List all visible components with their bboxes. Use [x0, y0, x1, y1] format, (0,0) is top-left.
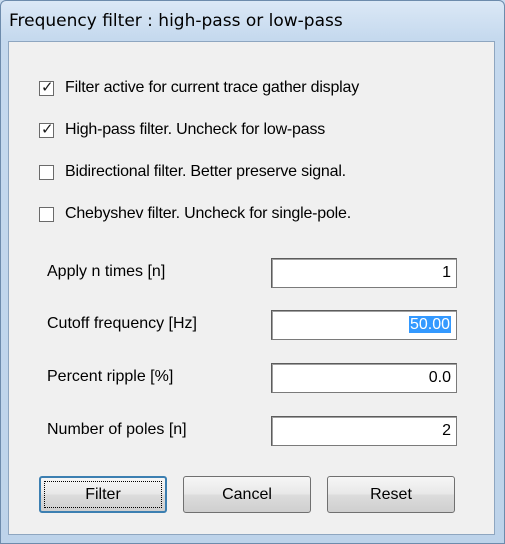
- number-of-poles-input[interactable]: 2: [271, 416, 457, 446]
- bidirectional-checkbox[interactable]: [39, 164, 54, 180]
- filter-button[interactable]: Filter: [39, 476, 167, 513]
- title-bar[interactable]: Frequency filter : high-pass or low-pass: [1, 1, 504, 41]
- option-filter-active[interactable]: ✓ Filter active for current trace gather…: [39, 76, 359, 100]
- dialog-title: Frequency filter : high-pass or low-pass: [9, 11, 343, 31]
- high-pass-label: High-pass filter. Uncheck for low-pass: [65, 121, 326, 138]
- option-chebyshev[interactable]: Chebyshev filter. Uncheck for single-pol…: [39, 202, 351, 226]
- dialog-client-area: [8, 41, 495, 535]
- reset-button[interactable]: Reset: [327, 476, 455, 513]
- cutoff-frequency-label: Cutoff frequency [Hz]: [47, 315, 197, 332]
- filter-active-checkbox[interactable]: ✓: [39, 77, 54, 96]
- cutoff-frequency-value: 50.00: [408, 316, 451, 333]
- number-of-poles-label: Number of poles [n]: [47, 421, 187, 438]
- bidirectional-label: Bidirectional filter. Better preserve si…: [65, 163, 346, 180]
- apply-n-times-input[interactable]: 1: [271, 258, 457, 288]
- apply-n-times-value: 1: [442, 264, 451, 281]
- chebyshev-label: Chebyshev filter. Uncheck for single-pol…: [65, 205, 351, 222]
- check-mark-icon: ✓: [41, 77, 54, 96]
- cutoff-frequency-input[interactable]: 50.00: [271, 310, 457, 340]
- percent-ripple-value: 0.0: [428, 369, 451, 386]
- number-of-poles-value: 2: [442, 422, 451, 439]
- cancel-button[interactable]: Cancel: [183, 476, 311, 513]
- option-high-pass[interactable]: ✓ High-pass filter. Uncheck for low-pass: [39, 118, 325, 142]
- option-bidirectional[interactable]: Bidirectional filter. Better preserve si…: [39, 160, 346, 184]
- percent-ripple-input[interactable]: 0.0: [271, 363, 457, 393]
- apply-n-times-label: Apply n times [n]: [47, 263, 166, 280]
- percent-ripple-label: Percent ripple [%]: [47, 368, 174, 385]
- chebyshev-checkbox[interactable]: [39, 206, 54, 222]
- high-pass-checkbox[interactable]: ✓: [39, 119, 54, 138]
- filter-active-label: Filter active for current trace gather d…: [65, 79, 360, 96]
- check-mark-icon: ✓: [41, 119, 54, 138]
